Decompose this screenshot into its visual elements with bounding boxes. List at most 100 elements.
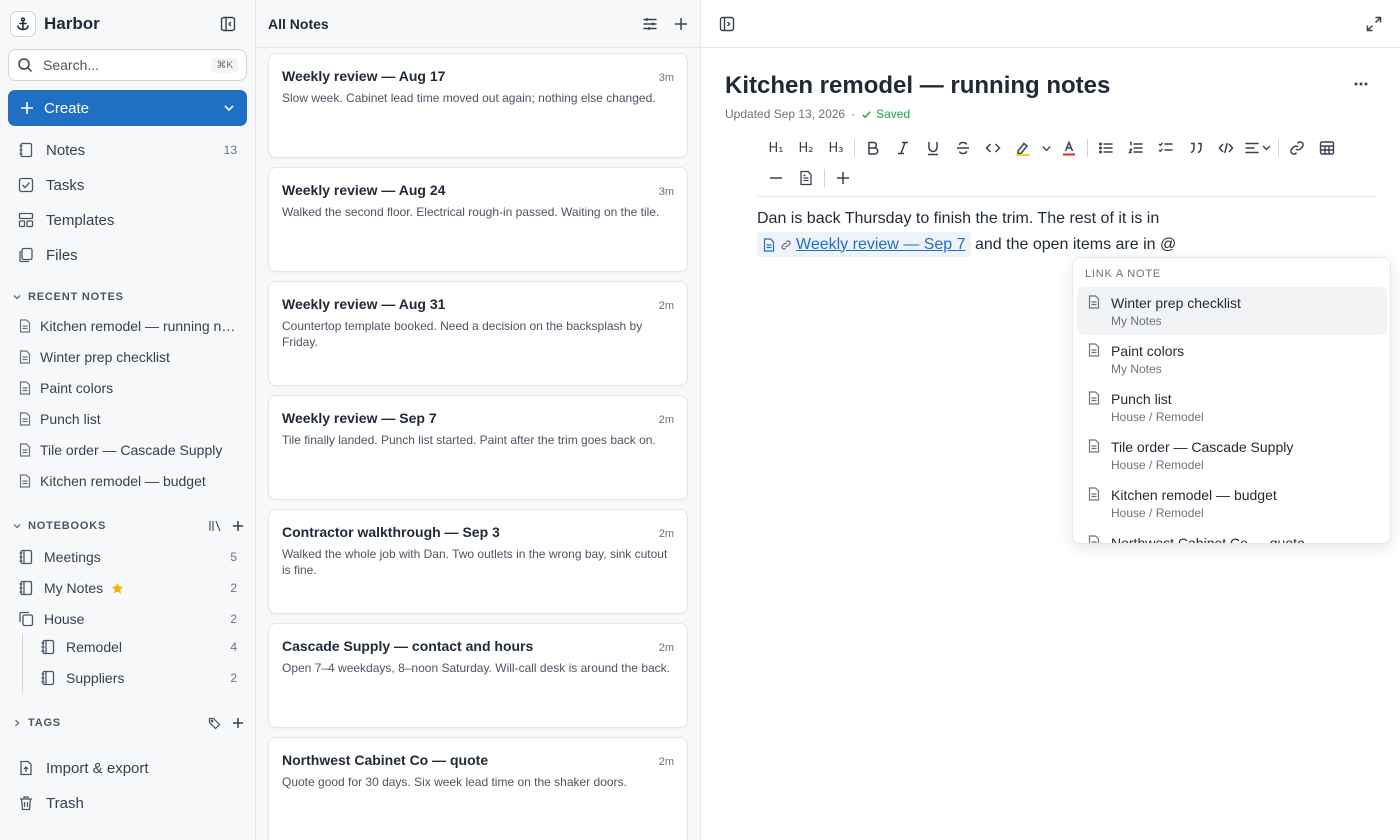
highlight-dropdown-icon[interactable] bbox=[1038, 134, 1054, 162]
body-text: Dan is back Thursday to finish the trim.… bbox=[757, 210, 1160, 227]
recent-note-item[interactable]: Punch list bbox=[8, 405, 247, 433]
fullscreen-icon[interactable] bbox=[1366, 16, 1382, 32]
notebook-suppliers[interactable]: Suppliers 2 bbox=[30, 664, 247, 692]
notes-icon bbox=[18, 142, 34, 158]
table-icon[interactable] bbox=[1312, 134, 1342, 162]
page-title[interactable]: Kitchen remodel — running notes bbox=[725, 72, 1110, 100]
note-preview: Walked the second floor. Electrical roug… bbox=[282, 205, 660, 219]
note-card[interactable]: Weekly review — Aug 24 3m Walked the seco… bbox=[268, 167, 688, 272]
notebook-my-notes[interactable]: My Notes 2 bbox=[8, 574, 247, 602]
add-notebook-icon[interactable] bbox=[232, 520, 244, 532]
option-notebook: House / Remodel bbox=[1111, 410, 1204, 424]
formatting-toolbar-row-2 bbox=[761, 164, 858, 192]
recent-note-item[interactable]: Paint colors bbox=[8, 374, 247, 402]
document-icon bbox=[18, 412, 32, 426]
bullet-list-icon[interactable] bbox=[1091, 134, 1121, 162]
notebook-label: Suppliers bbox=[66, 670, 125, 686]
recent-note-item[interactable]: Kitchen remodel — running notes bbox=[8, 312, 247, 340]
option-title: Tile order — Cascade Supply bbox=[1111, 439, 1294, 455]
link-icon[interactable] bbox=[1282, 134, 1312, 162]
link-option[interactable]: Northwest Cabinet Co — quote bbox=[1077, 527, 1387, 543]
note-title: Contractor walkthrough — Sep 3 bbox=[282, 524, 500, 540]
toolbar-separator bbox=[824, 169, 825, 187]
saved-status: Saved bbox=[861, 107, 910, 121]
inline-code-icon[interactable] bbox=[978, 134, 1008, 162]
chevron-down-icon[interactable] bbox=[223, 102, 235, 114]
heading-1-label: H₁ bbox=[768, 140, 784, 156]
checklist-icon[interactable] bbox=[1151, 134, 1181, 162]
link-option[interactable]: Paint colors My Notes bbox=[1077, 335, 1387, 383]
note-card[interactable]: Weekly review — Sep 7 2m Tile finally lan… bbox=[268, 395, 688, 500]
sidebar-item-notes[interactable]: Notes 13 bbox=[8, 135, 247, 165]
quote-icon[interactable] bbox=[1181, 134, 1211, 162]
link-option[interactable]: Winter prep checklist My Notes bbox=[1077, 287, 1387, 335]
heading-1-button[interactable]: H₁ bbox=[761, 134, 791, 162]
link-note-popup: LINK A NOTE Winter prep checklist My Note… bbox=[1072, 257, 1391, 544]
library-icon[interactable] bbox=[208, 519, 222, 533]
numbered-list-icon[interactable] bbox=[1121, 134, 1151, 162]
italic-icon[interactable] bbox=[888, 134, 918, 162]
heading-2-button[interactable]: H₂ bbox=[791, 134, 821, 162]
note-card[interactable]: Cascade Supply — contact and hours 2m Ope… bbox=[268, 623, 688, 728]
notebook-count: 2 bbox=[230, 612, 237, 626]
option-title: Punch list bbox=[1111, 391, 1172, 407]
underline-icon[interactable] bbox=[918, 134, 948, 162]
tags-header[interactable]: TAGS bbox=[12, 713, 244, 733]
text-color-icon[interactable] bbox=[1054, 134, 1084, 162]
collapse-sidebar-icon[interactable] bbox=[220, 16, 236, 32]
note-card[interactable]: Northwest Cabinet Co — quote 2m Quote goo… bbox=[268, 737, 688, 840]
strikethrough-icon[interactable] bbox=[948, 134, 978, 162]
code-block-icon[interactable] bbox=[1211, 134, 1241, 162]
sidebar-item-tasks[interactable]: Tasks bbox=[8, 170, 247, 200]
notes-list-header: All Notes bbox=[256, 0, 700, 48]
horizontal-rule-icon[interactable] bbox=[761, 164, 791, 192]
search-input[interactable]: Search... ⌘K bbox=[8, 49, 247, 81]
insert-note-link-icon[interactable] bbox=[791, 164, 821, 192]
toolbar-divider bbox=[757, 196, 1376, 197]
heading-3-button[interactable]: H₃ bbox=[821, 134, 851, 162]
files-icon bbox=[18, 247, 34, 263]
toolbar-separator bbox=[1087, 139, 1088, 157]
note-card[interactable]: Weekly review — Aug 17 3m Slow week. Cabi… bbox=[268, 53, 688, 158]
notebook-house[interactable]: House 2 bbox=[8, 605, 247, 633]
notebooks-header[interactable]: NOTEBOOKS bbox=[12, 516, 244, 536]
expand-panel-icon[interactable] bbox=[719, 16, 735, 32]
recent-note-item[interactable]: Tile order — Cascade Supply bbox=[8, 436, 247, 464]
bold-icon[interactable] bbox=[858, 134, 888, 162]
notebook-label: My Notes bbox=[44, 580, 104, 596]
search-shortcut: ⌘K bbox=[211, 57, 238, 73]
note-link-chip[interactable]: Weekly review — Sep 7 bbox=[757, 232, 971, 258]
recent-notes-header[interactable]: RECENT NOTES bbox=[12, 287, 244, 307]
sidebar-item-files[interactable]: Files bbox=[8, 240, 247, 270]
star-icon bbox=[111, 582, 124, 595]
align-dropdown-icon[interactable] bbox=[1241, 134, 1275, 162]
note-card[interactable]: Weekly review — Aug 31 2m Countertop temp… bbox=[268, 281, 688, 386]
new-note-icon[interactable] bbox=[674, 17, 688, 31]
note-preview: Countertop template booked. Need a decis… bbox=[282, 319, 643, 349]
link-option[interactable]: Kitchen remodel — budget House / Remodel bbox=[1077, 479, 1387, 527]
link-option[interactable]: Punch list House / Remodel bbox=[1077, 383, 1387, 431]
notebook-remodel[interactable]: Remodel 4 bbox=[30, 633, 247, 661]
import-export-button[interactable]: Import & export bbox=[8, 753, 247, 783]
document-icon bbox=[18, 474, 32, 488]
notebook-icon bbox=[18, 549, 34, 565]
sidebar-item-templates[interactable]: Templates bbox=[8, 205, 247, 235]
notebook-meetings[interactable]: Meetings 5 bbox=[8, 543, 247, 571]
insert-block-icon[interactable] bbox=[828, 164, 858, 192]
more-options-icon[interactable] bbox=[1353, 76, 1369, 92]
recent-note-label: Paint colors bbox=[40, 380, 114, 396]
link-icon bbox=[780, 239, 792, 251]
trash-button[interactable]: Trash bbox=[8, 788, 247, 818]
highlight-icon[interactable] bbox=[1008, 134, 1038, 162]
create-button[interactable]: Create bbox=[8, 90, 247, 126]
link-option[interactable]: Tile order — Cascade Supply House / Remod… bbox=[1077, 431, 1387, 479]
recent-note-item[interactable]: Kitchen remodel — budget bbox=[8, 467, 247, 495]
brand[interactable]: Harbor bbox=[10, 11, 100, 37]
filter-sliders-icon[interactable] bbox=[642, 16, 658, 32]
note-card[interactable]: Contractor walkthrough — Sep 3 2m Walked … bbox=[268, 509, 688, 614]
note-title: Weekly review — Sep 7 bbox=[282, 410, 437, 426]
editor-body[interactable]: Dan is back Thursday to finish the trim.… bbox=[757, 206, 1377, 258]
tag-icon[interactable] bbox=[208, 716, 222, 730]
add-tag-icon[interactable] bbox=[232, 717, 244, 729]
recent-note-item[interactable]: Winter prep checklist bbox=[8, 343, 247, 371]
